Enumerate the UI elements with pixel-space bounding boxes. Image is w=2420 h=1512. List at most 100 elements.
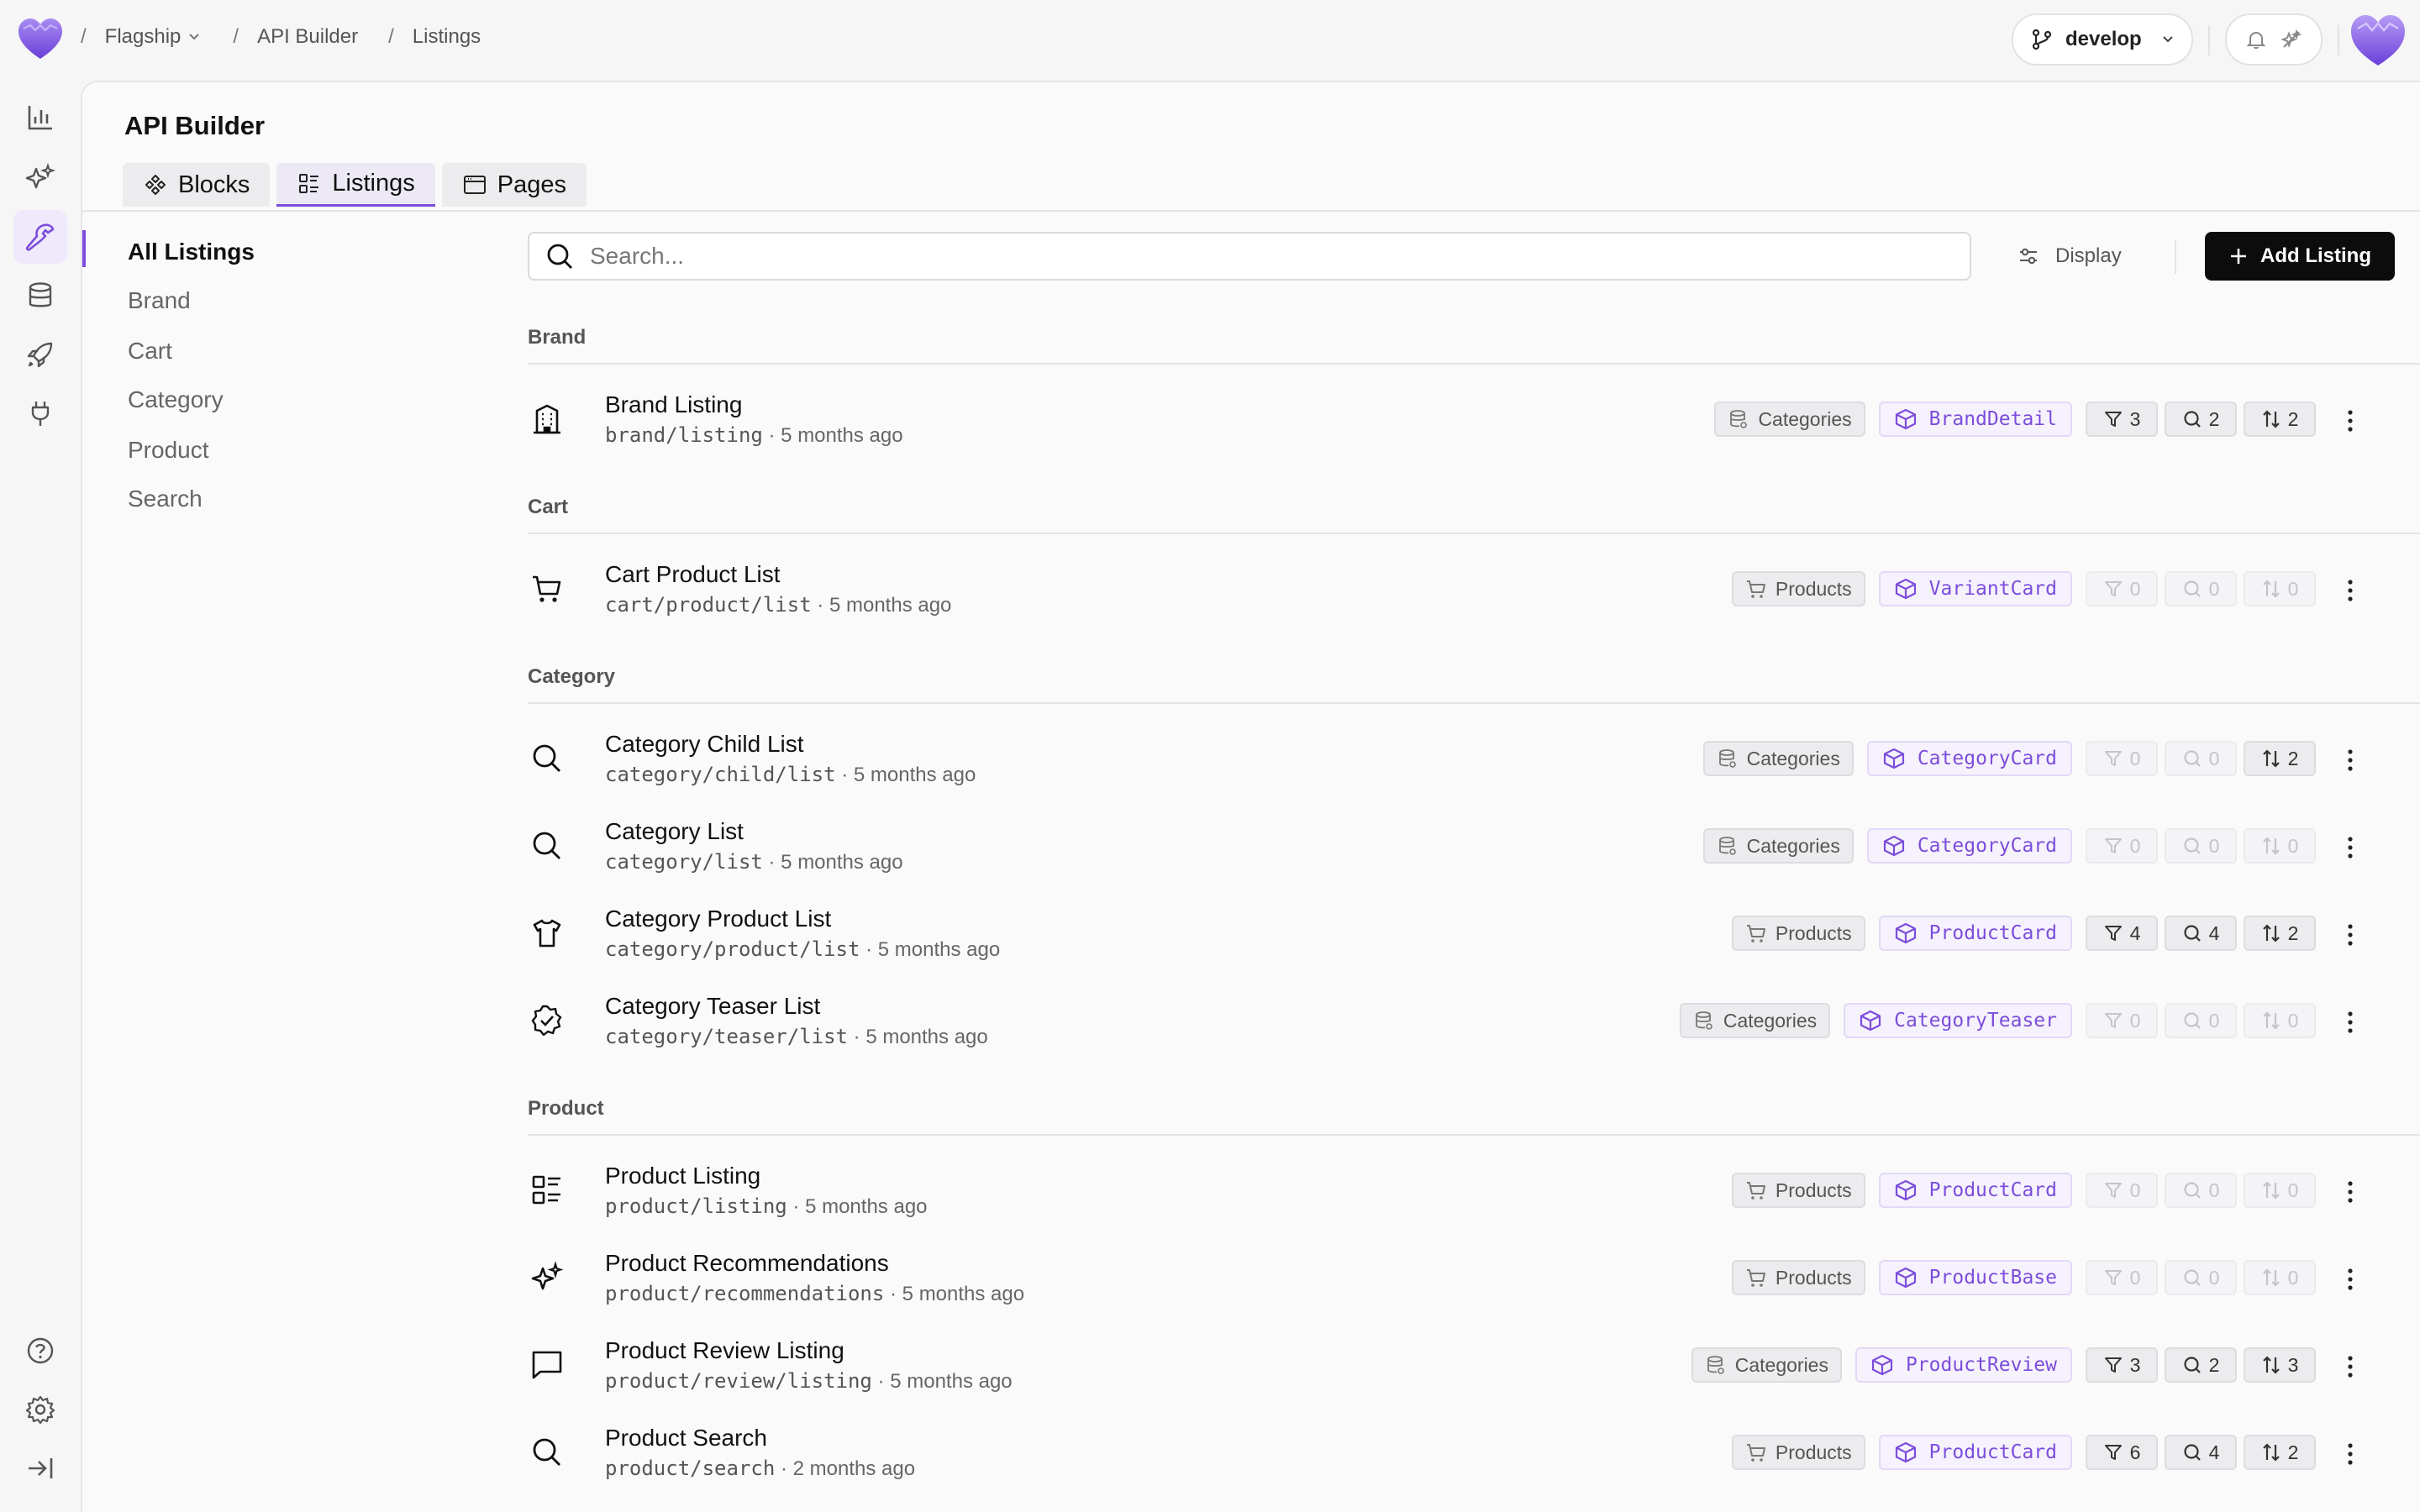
card-badge[interactable]: VariantCard: [1878, 571, 2072, 606]
source-badge[interactable]: Categories: [1679, 1003, 1831, 1038]
filter-count[interactable]: 0: [2086, 1260, 2158, 1295]
more-options-icon[interactable]: [2338, 1267, 2363, 1292]
branch-selector[interactable]: develop: [2012, 13, 2193, 66]
card-badge[interactable]: CategoryTeaser: [1844, 1003, 2072, 1038]
card-badge[interactable]: ProductCard: [1878, 1173, 2072, 1208]
more-options-icon[interactable]: [2338, 578, 2363, 603]
filter-count[interactable]: 0: [2086, 1003, 2158, 1038]
search-count[interactable]: 0: [2165, 828, 2237, 864]
rail-api-builder[interactable]: [13, 210, 67, 264]
card-badge[interactable]: BrandDetail: [1878, 402, 2072, 437]
sort-count[interactable]: 0: [2244, 1260, 2316, 1295]
sort-count[interactable]: 0: [2244, 1173, 2316, 1208]
filter-count[interactable]: 0: [2086, 741, 2158, 776]
rail-ai[interactable]: [13, 151, 67, 205]
filter-count[interactable]: 3: [2086, 402, 2158, 437]
source-badge[interactable]: Products: [1731, 1435, 1865, 1470]
tab-blocks[interactable]: Blocks: [123, 163, 271, 207]
source-badge[interactable]: Products: [1731, 1173, 1865, 1208]
filter-count[interactable]: 0: [2086, 571, 2158, 606]
listing-row[interactable]: Category List category/list · 5 months ag…: [528, 810, 2420, 885]
sort-count[interactable]: 0: [2244, 571, 2316, 606]
search-input[interactable]: [590, 243, 1850, 270]
search-count[interactable]: 0: [2165, 571, 2237, 606]
search-count[interactable]: 0: [2165, 1003, 2237, 1038]
rail-help[interactable]: [13, 1324, 67, 1378]
sidebar-item-search[interactable]: Search: [128, 486, 203, 512]
listing-row[interactable]: Product Search product/search · 2 months …: [528, 1416, 2420, 1492]
logo-heart-icon[interactable]: [17, 17, 64, 60]
sort-count[interactable]: 3: [2244, 1347, 2316, 1383]
rail-settings[interactable]: [13, 1383, 67, 1436]
source-badge[interactable]: Products: [1731, 571, 1865, 606]
breadcrumb-section[interactable]: API Builder: [257, 25, 358, 49]
filter-count[interactable]: 4: [2086, 916, 2158, 951]
tab-listings[interactable]: Listings: [276, 163, 435, 207]
add-listing-button[interactable]: Add Listing: [2205, 232, 2395, 281]
source-badge[interactable]: Categories: [1702, 828, 1854, 864]
more-options-icon[interactable]: [2338, 408, 2363, 433]
listing-row[interactable]: Product Listing product/listing · 5 month…: [528, 1154, 2420, 1230]
search-count[interactable]: 2: [2165, 1347, 2237, 1383]
source-badge[interactable]: Products: [1731, 1260, 1865, 1295]
listing-row[interactable]: Category Child List category/child/list ·…: [528, 722, 2420, 798]
sort-count[interactable]: 0: [2244, 828, 2316, 864]
search-count[interactable]: 2: [2165, 402, 2237, 437]
source-badge[interactable]: Categories: [1691, 1347, 1842, 1383]
card-badge[interactable]: ProductBase: [1878, 1260, 2072, 1295]
sidebar-item-cart[interactable]: Cart: [128, 338, 172, 365]
more-options-icon[interactable]: [2338, 922, 2363, 948]
sort-icon: [2262, 1356, 2280, 1374]
listing-row[interactable]: Brand Listing brand/listing · 5 months ag…: [528, 383, 2420, 459]
sort-count[interactable]: 2: [2244, 741, 2316, 776]
card-badge[interactable]: ProductCard: [1878, 916, 2072, 951]
sort-count[interactable]: 2: [2244, 402, 2316, 437]
listing-row[interactable]: Product Recommendations product/recommend…: [528, 1242, 2420, 1317]
more-options-icon[interactable]: [2338, 748, 2363, 773]
card-badge[interactable]: ProductReview: [1854, 1347, 2072, 1383]
search-count[interactable]: 0: [2165, 1173, 2237, 1208]
rail-analytics[interactable]: [13, 91, 67, 144]
sidebar-item-all-listings[interactable]: All Listings: [128, 239, 255, 265]
filter-count[interactable]: 3: [2086, 1347, 2158, 1383]
filter-count[interactable]: 0: [2086, 828, 2158, 864]
filter-count[interactable]: 6: [2086, 1435, 2158, 1470]
tab-pages[interactable]: Pages: [441, 163, 587, 207]
sparkles-off-icon[interactable]: [2281, 29, 2302, 50]
sidebar-item-category[interactable]: Category: [128, 386, 224, 413]
filter-count[interactable]: 0: [2086, 1173, 2158, 1208]
breadcrumb-workspace[interactable]: Flagship: [105, 25, 203, 49]
search-count[interactable]: 0: [2165, 1260, 2237, 1295]
more-options-icon[interactable]: [2338, 1354, 2363, 1379]
card-badge[interactable]: CategoryCard: [1866, 828, 2072, 864]
search-count[interactable]: 0: [2165, 741, 2237, 776]
listing-row[interactable]: Category Teaser List category/teaser/list…: [528, 984, 2420, 1060]
sort-count[interactable]: 2: [2244, 1435, 2316, 1470]
more-options-icon[interactable]: [2338, 835, 2363, 860]
rail-integrations[interactable]: [13, 386, 67, 440]
listing-age: · 5 months ago: [871, 1370, 1013, 1393]
sort-count[interactable]: 0: [2244, 1003, 2316, 1038]
rail-collapse[interactable]: [13, 1441, 67, 1495]
sidebar-item-product[interactable]: Product: [128, 437, 209, 464]
listing-row[interactable]: Category Product List category/product/li…: [528, 897, 2420, 973]
source-badge[interactable]: Products: [1731, 916, 1865, 951]
rail-database[interactable]: [13, 269, 67, 323]
rail-deploy[interactable]: [13, 328, 67, 381]
more-options-icon[interactable]: [2338, 1010, 2363, 1035]
source-badge[interactable]: Categories: [1702, 741, 1854, 776]
bell-icon[interactable]: [2245, 29, 2267, 50]
listing-row[interactable]: Cart Product List cart/product/list · 5 m…: [528, 553, 2420, 628]
sort-count[interactable]: 2: [2244, 916, 2316, 951]
search-count[interactable]: 4: [2165, 916, 2237, 951]
sidebar-item-brand[interactable]: Brand: [128, 287, 191, 314]
display-button[interactable]: Display: [2017, 237, 2122, 276]
more-options-icon[interactable]: [2338, 1179, 2363, 1205]
card-badge[interactable]: ProductCard: [1878, 1435, 2072, 1470]
avatar[interactable]: [2349, 13, 2407, 67]
listing-row[interactable]: Product Review Listing product/review/lis…: [528, 1329, 2420, 1404]
source-badge[interactable]: Categories: [1714, 402, 1865, 437]
card-badge[interactable]: CategoryCard: [1866, 741, 2072, 776]
more-options-icon[interactable]: [2338, 1441, 2363, 1467]
search-count[interactable]: 4: [2165, 1435, 2237, 1470]
